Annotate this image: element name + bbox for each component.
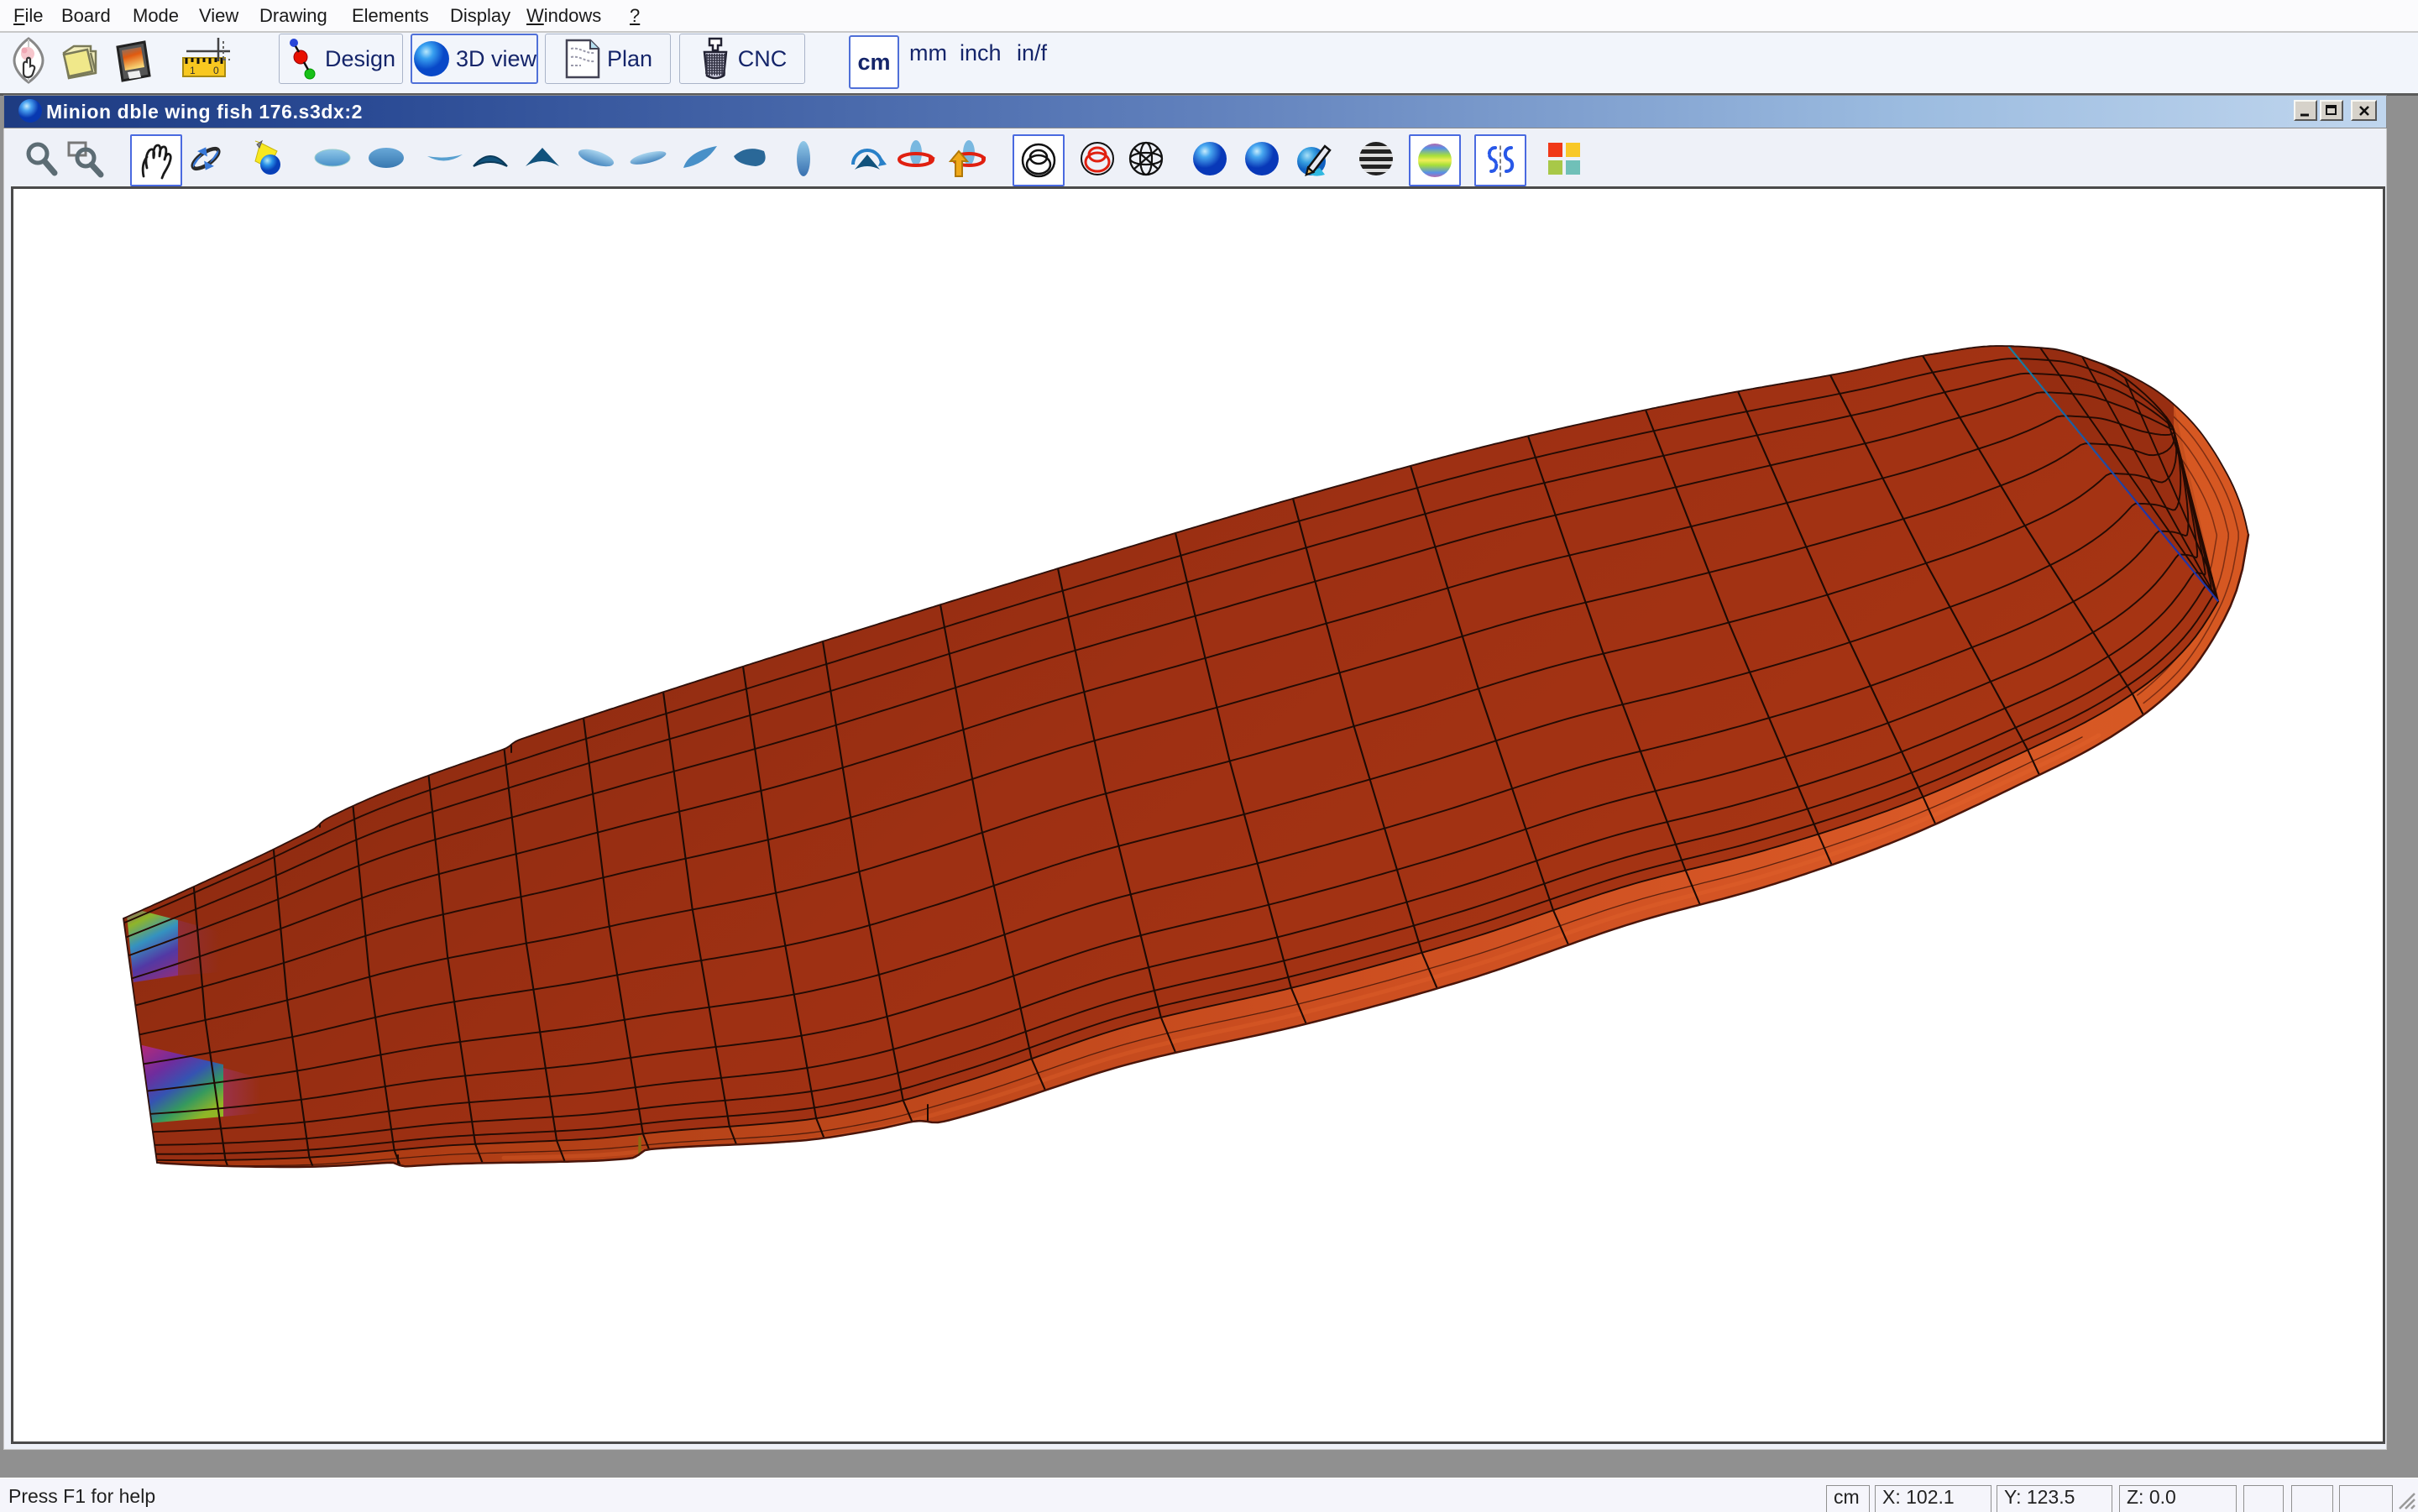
- svg-text:0: 0: [213, 65, 219, 76]
- svg-text:1: 1: [190, 65, 196, 76]
